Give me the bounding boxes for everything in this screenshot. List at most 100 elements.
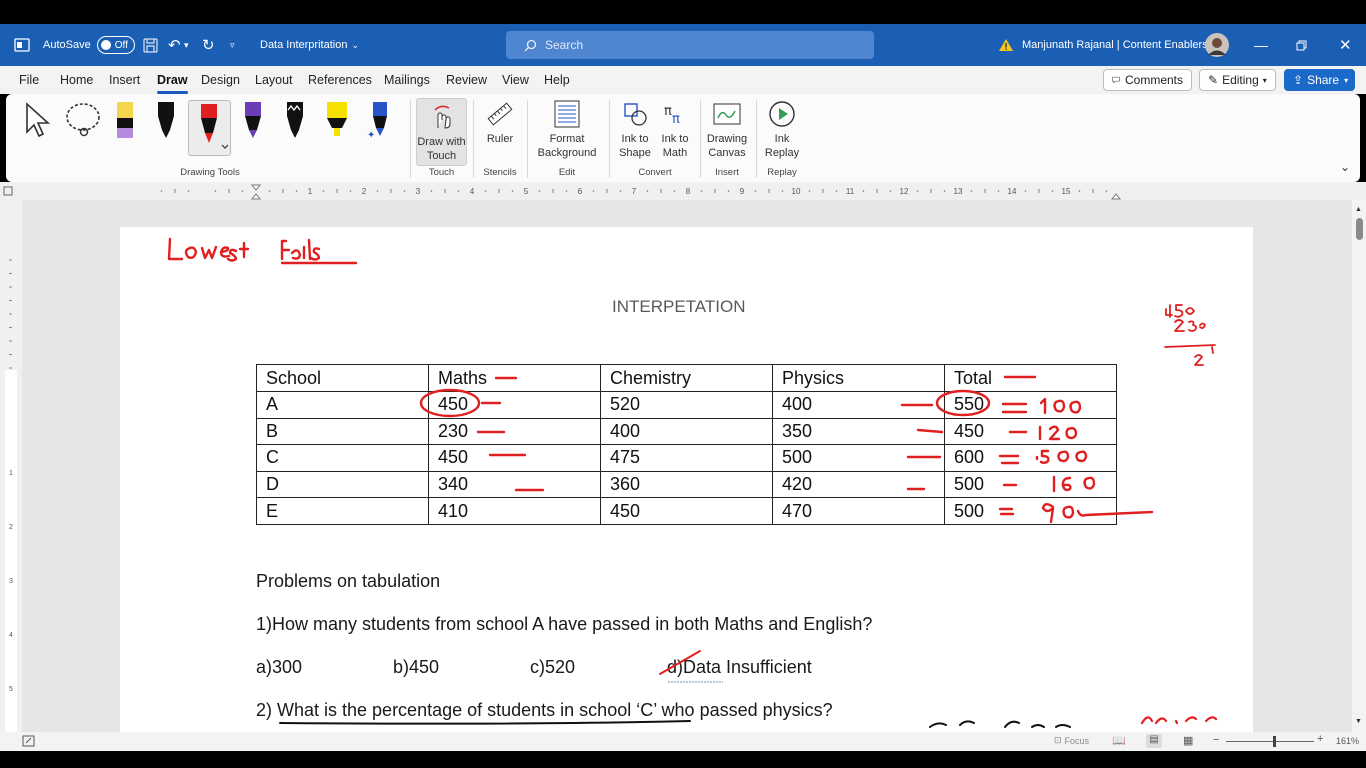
horizontal-ruler[interactable]: 1 2 3 4 5 6 7 8 9 10 11 12 13 14 15 — [0, 182, 1366, 200]
pen-purple[interactable] — [238, 100, 268, 156]
table-cell[interactable]: 420 — [772, 470, 945, 499]
table-cell[interactable]: 470 — [772, 497, 945, 525]
tab-review[interactable]: Review — [446, 73, 487, 87]
accessibility-icon[interactable] — [22, 735, 35, 749]
table-cell[interactable]: E — [256, 497, 429, 525]
table-cell[interactable]: 450 — [600, 497, 773, 525]
word-app-icon[interactable] — [14, 24, 30, 66]
tab-layout[interactable]: Layout — [255, 73, 293, 87]
focus-icon: ⊡ — [1054, 735, 1062, 745]
save-icon[interactable] — [143, 24, 158, 66]
document-title[interactable]: Data Interpritation ⌄ — [260, 24, 359, 66]
undo-dropdown-icon[interactable]: ▾ — [184, 24, 189, 66]
table-cell[interactable]: 400 — [600, 417, 773, 446]
table-cell[interactable]: 450 — [944, 417, 1117, 446]
close-icon[interactable]: ✕ — [1339, 24, 1352, 66]
table-cell[interactable]: 400 — [772, 391, 945, 419]
table-header-cell[interactable]: Total — [944, 364, 1117, 392]
redo-icon[interactable]: ↻ — [202, 24, 215, 66]
ruler-button[interactable]: Ruler — [478, 98, 522, 146]
tab-mailings[interactable]: Mailings — [384, 73, 430, 87]
table-cell[interactable]: 500 — [772, 444, 945, 472]
table-cell[interactable]: 600 — [944, 444, 1117, 472]
tab-view[interactable]: View — [502, 73, 529, 87]
customize-toolbar-icon[interactable]: ▿ — [230, 24, 235, 66]
avatar[interactable] — [1205, 24, 1229, 66]
ink-to-shape-button[interactable]: Ink to Shape — [616, 98, 654, 160]
tab-help[interactable]: Help — [544, 73, 570, 87]
table-header-cell[interactable]: Physics — [772, 364, 945, 392]
pen-black[interactable] — [151, 100, 181, 156]
table-cell[interactable]: 450 — [428, 391, 601, 419]
table-cell[interactable]: 450 — [428, 444, 601, 472]
table-cell[interactable]: 475 — [600, 444, 773, 472]
table-cell[interactable]: 410 — [428, 497, 601, 525]
data-table[interactable]: School Maths Chemistry Physics Total A 450 520 4… — [256, 364, 1117, 525]
scroll-up-icon[interactable]: ▲ — [1355, 206, 1362, 213]
print-layout-icon[interactable]: ▤ — [1146, 734, 1162, 748]
table-header-cell[interactable]: Maths — [428, 364, 601, 392]
tab-references[interactable]: References — [308, 73, 372, 87]
focus-label: Focus — [1064, 735, 1090, 746]
table-header-cell[interactable]: School — [256, 364, 429, 392]
table-header-cell[interactable]: Chemistry — [600, 364, 773, 392]
collapse-ribbon-icon[interactable]: ⌄ — [1340, 160, 1350, 174]
pen-galaxy-blue[interactable]: ✦ — [364, 100, 394, 156]
document-page[interactable]: INTERPETATION School Maths Chemistry Physic… — [120, 227, 1253, 732]
autosave-toggle[interactable]: Off — [96, 36, 135, 54]
search-box[interactable]: Search — [506, 31, 874, 59]
table-cell[interactable]: B — [256, 417, 429, 446]
table-cell[interactable]: 350 — [772, 417, 945, 446]
focus-button[interactable]: ⊡ Focus — [1054, 735, 1089, 746]
format-background-button[interactable]: Format Background — [534, 98, 600, 160]
undo-icon[interactable]: ↶ — [168, 24, 181, 66]
draw-with-touch-button[interactable]: Draw with Touch — [416, 98, 467, 166]
table-cell[interactable]: 360 — [600, 470, 773, 499]
pen-red-selected[interactable] — [188, 100, 231, 156]
tab-home[interactable]: Home — [60, 73, 93, 87]
drawing-canvas-button[interactable]: Drawing Canvas — [704, 98, 750, 160]
restore-icon[interactable] — [1296, 24, 1307, 66]
table-cell[interactable]: 550 — [944, 391, 1117, 419]
lasso-select[interactable] — [64, 102, 102, 141]
table-cell[interactable]: 500 — [944, 470, 1117, 499]
warning-icon[interactable] — [998, 24, 1014, 66]
tab-insert[interactable]: Insert — [109, 73, 140, 87]
zoom-slider-thumb[interactable] — [1273, 736, 1276, 747]
tab-draw[interactable]: Draw — [157, 73, 188, 94]
table-cell[interactable]: C — [256, 444, 429, 472]
pen-black-scribble[interactable] — [280, 100, 310, 156]
editing-button[interactable]: ✎ Editing ▾ — [1199, 69, 1276, 91]
table-cell[interactable]: 500 — [944, 497, 1117, 525]
read-mode-icon[interactable]: 📖 — [1112, 734, 1126, 747]
scroll-down-icon[interactable]: ▼ — [1355, 718, 1362, 725]
ink-replay-button[interactable]: Ink Replay — [761, 98, 803, 160]
table-cell[interactable]: 340 — [428, 470, 601, 499]
user-name[interactable]: Manjunath Rajanal | Content Enablers — [1022, 24, 1208, 66]
tab-design[interactable]: Design — [201, 73, 240, 87]
tab-file[interactable]: File — [19, 73, 39, 87]
web-layout-icon[interactable]: ▦ — [1183, 734, 1193, 747]
pen-highlighter-yellow[interactable] — [110, 100, 140, 156]
share-button[interactable]: ⇪ Share ▾ — [1284, 69, 1355, 91]
zoom-level[interactable]: 161% — [1336, 736, 1359, 746]
table-cell[interactable]: A — [256, 391, 429, 419]
highlighter-yellow[interactable] — [322, 100, 352, 156]
comments-button[interactable]: Comments — [1103, 69, 1192, 91]
autosave[interactable]: AutoSave Off — [43, 24, 135, 66]
ink-to-math-button[interactable]: ππ Ink to Math — [656, 98, 694, 160]
zoom-slider[interactable] — [1226, 736, 1314, 747]
zoom-out-icon[interactable]: − — [1213, 734, 1219, 746]
chevron-down-icon: ▾ — [1344, 75, 1349, 85]
minimize-icon[interactable]: — — [1254, 24, 1268, 66]
table-cell[interactable]: 520 — [600, 391, 773, 419]
select-tool[interactable] — [24, 102, 52, 141]
table-cell[interactable]: 230 — [428, 417, 601, 446]
vertical-scrollbar[interactable]: ▲ ▼ — [1352, 200, 1366, 732]
zoom-in-icon[interactable]: + — [1317, 733, 1323, 745]
vertical-ruler[interactable]: 123456 — [0, 200, 22, 732]
ruler-number: 12 — [900, 187, 909, 196]
scroll-thumb[interactable] — [1356, 218, 1363, 240]
table-cell[interactable]: D — [256, 470, 429, 499]
table-header-row: School Maths Chemistry Physics Total — [256, 364, 1117, 392]
